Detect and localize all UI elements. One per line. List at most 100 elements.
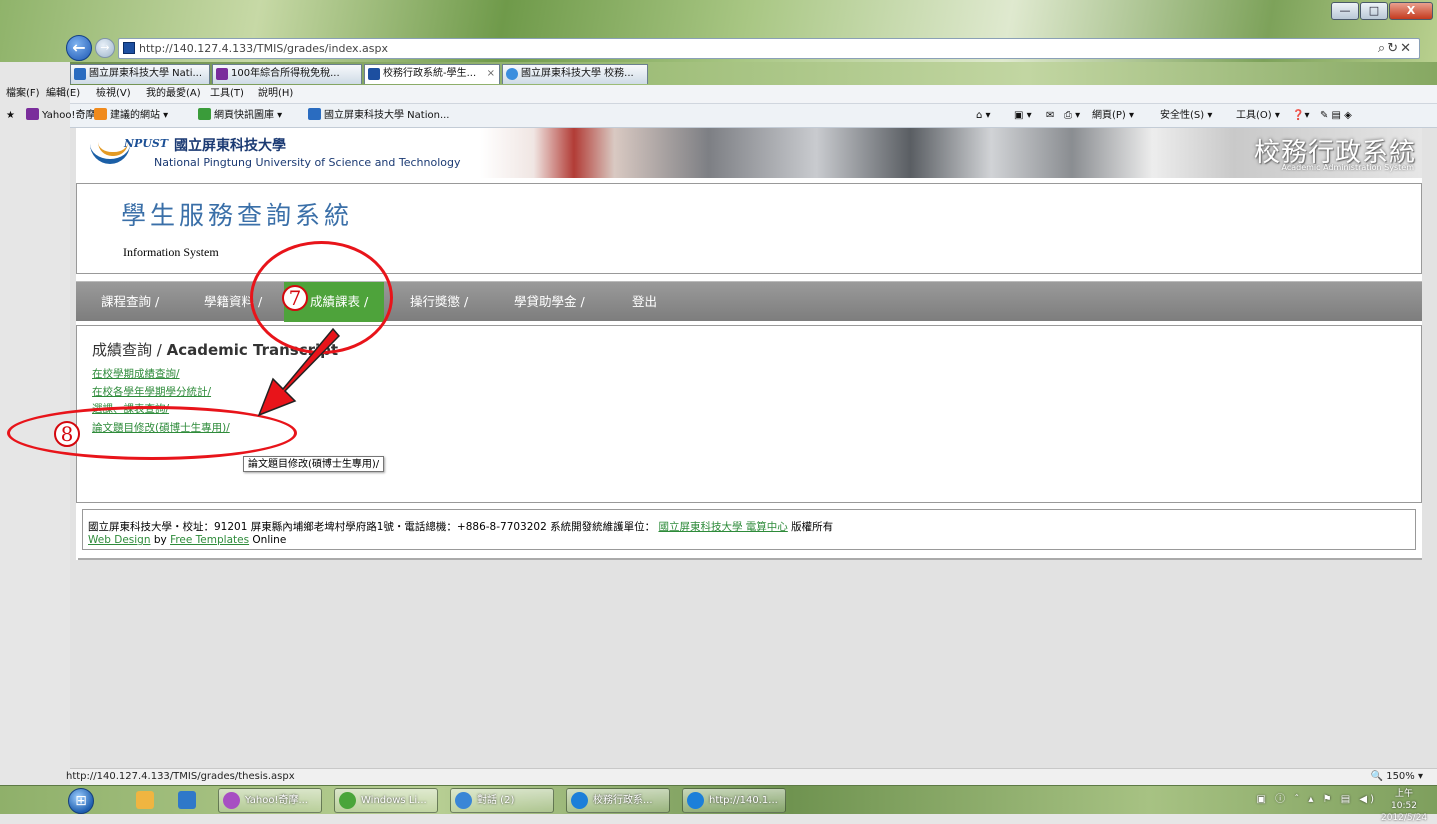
ie-favicon-icon [506,68,518,80]
browser-title-bar: — □ X ← → http://140.127.4.133/TMIS/grad… [0,0,1437,62]
taskbar-pinned-icon[interactable] [178,791,196,809]
link-credit-stats[interactable]: 在校各學年學期學分統計/ [92,384,211,399]
nav-loans[interactable]: 學貸助學金 / [514,282,585,322]
window-controls: — □ X [1330,2,1433,20]
taskbar-pinned-icon[interactable] [136,791,154,809]
fav-webslice[interactable]: 網頁快訊圖庫 ▾ [198,104,282,128]
footer-online: Online [252,534,287,546]
help-icon[interactable]: ❓▾ [1292,104,1309,128]
taskbar-ie-url[interactable]: http://140.1... [682,788,786,813]
close-button[interactable]: X [1389,2,1433,20]
tab-close-icon[interactable]: × [487,65,495,83]
menu-bar: 檔案(F) 編輯(E) 檢視(V) 我的最愛(A) 工具(T) 說明(H) [6,85,1437,104]
footer-address-line: 國立屏東科技大學・校址：91201 屏東縣內埔鄉老埤村學府路1號・電話總機：+8… [88,519,833,534]
free-templates-link[interactable]: Free Templates [170,534,249,546]
tab-tax[interactable]: 100年綜合所得稅免稅... [212,64,362,84]
web-design-link[interactable]: Web Design [88,534,150,546]
fav-suggested[interactable]: 建議的網站 ▾ [94,104,168,128]
start-button[interactable]: ⊞ [68,788,94,814]
menu-view[interactable]: 檢視(V) [96,85,131,103]
school-name-cn: 國立屏東科技大學 [174,138,286,154]
annotation-arrow-icon [257,327,340,417]
back-button[interactable]: ← [66,35,92,61]
tab-npust[interactable]: 國立屏東科技大學 Nati... [70,64,210,84]
ie-icon [571,792,588,809]
rss-icon[interactable]: ▣ ▾ [1014,104,1032,128]
school-abbr: NPUST [124,137,169,150]
menu-tools-cmd[interactable]: 工具(O) ▾ [1236,104,1280,128]
zoom-level[interactable]: 🔍 150% ▾ [1371,769,1423,785]
menu-favorites[interactable]: 我的最愛(A) [146,85,201,103]
npust-favicon-icon [74,68,86,80]
tab-strip: 國立屏東科技大學 Nati... 100年綜合所得稅免稅... 校務行政系統-學… [70,62,1437,85]
nav-conduct[interactable]: 操行獎懲 / [410,282,468,322]
site-favicon-icon [123,42,135,54]
page-subtitle: Information System [123,245,219,259]
tab-label: 100年綜合所得稅免稅... [231,68,340,79]
print-icon[interactable]: ⎙ ▾ [1064,104,1080,128]
home-icon[interactable]: ⌂ ▾ [976,104,991,128]
header-banner: NPUST 國立屏東科技大學 National Pingtung Univers… [76,128,1422,178]
taskbar-admin-ie[interactable]: 校務行政系... [566,788,670,813]
menu-help[interactable]: 說明(H) [258,85,293,103]
system-tray[interactable]: ▣ ⓘ ˆ ▴ ⚑ ▤ ◀) [1256,786,1377,814]
tab-label: 校務行政系統-學生... [383,68,477,79]
footer-by: by [153,534,167,546]
taskbar-yahoo[interactable]: Yahoo!奇摩... [218,788,322,813]
forward-button[interactable]: → [95,38,115,58]
stop-icon[interactable]: ✕ [1400,41,1413,56]
page-title: 學生服務查詢系統 [121,201,354,230]
nav-logout[interactable]: 登出 [632,282,657,322]
menu-tools[interactable]: 工具(T) [210,85,244,103]
maximize-button[interactable]: □ [1360,2,1388,20]
heading-cn: 成績查詢 / [92,341,162,359]
link-semester-grades[interactable]: 在校學期成績查詢/ [92,366,180,381]
address-text[interactable]: http://140.127.4.133/TMIS/grades/index.a… [139,39,388,58]
taskbar-chat[interactable]: 對話 (2) [450,788,554,813]
page-viewport: NPUST 國立屏東科技大學 National Pingtung Univers… [70,128,1437,768]
status-bar: http://140.127.4.133/TMIS/grades/thesis.… [66,768,1437,785]
clock-time: 上午 10:52 [1391,789,1417,811]
footer-credit-line: Web Design by Free Templates Online [88,534,286,546]
menu-page[interactable]: 網頁(P) ▾ [1092,104,1134,128]
messenger-icon [339,792,356,809]
footer-copyright: 版權所有 [791,521,834,533]
footer: 國立屏東科技大學・校址：91201 屏東縣內埔鄉老埤村學府路1號・電話總機：+8… [82,509,1416,550]
system-name-en: Academic Administration System [1281,163,1414,172]
link-tooltip: 論文題目修改(碩博士生專用)/ [243,456,385,472]
favorites-star-icon[interactable]: ★ [6,104,15,128]
footer-divider [78,558,1422,560]
tab-label: 國立屏東科技大學 校務... [521,68,634,79]
ie-icon [687,792,704,809]
tab-admin-system[interactable]: 校務行政系統-學生... × [364,64,500,84]
fav-npust[interactable]: 國立屏東科技大學 Nation... [308,104,449,128]
fav-yahoo[interactable]: Yahoo!奇摩 [26,104,95,128]
clock[interactable]: 上午 10:52 2012/5/24 [1381,788,1427,824]
tab-label: 國立屏東科技大學 Nati... [89,68,203,79]
status-url: http://140.127.4.133/TMIS/grades/thesis.… [66,771,295,782]
footer-address: 國立屏東科技大學・校址：91201 屏東縣內埔鄉老埤村學府路1號・電話總機：+8… [88,521,656,533]
nav-course-query[interactable]: 課程查詢 / [101,282,159,322]
minimize-button[interactable]: — [1331,2,1359,20]
annotation-step-7: 7 [282,285,308,311]
tab-npust-admin[interactable]: 國立屏東科技大學 校務... [502,64,648,84]
menu-file[interactable]: 檔案(F) [6,85,40,103]
chat-icon [455,792,472,809]
computer-center-link[interactable]: 國立屏東科技大學 電算中心 [658,521,787,533]
search-icon[interactable]: ⌕ [1378,41,1387,56]
school-name-en: National Pingtung University of Science … [154,156,461,169]
favorites-bar: ★ Yahoo!奇摩 建議的網站 ▾ 網頁快訊圖庫 ▾ 國立屏東科技大學 Nat… [6,104,1437,128]
annotation-ellipse-link [7,406,297,460]
site-favicon-icon [368,68,380,80]
mail-icon[interactable]: ✉ [1046,104,1054,128]
yahoo-favicon-icon [216,68,228,80]
refresh-icon[interactable]: ↻ [1387,41,1400,56]
taskbar: ⊞ Yahoo!奇摩... Windows Li... 對話 (2) 校務行政系… [0,785,1437,823]
annotation-step-8: 8 [54,421,80,447]
taskbar-windows-live[interactable]: Windows Li... [334,788,438,813]
menu-edit[interactable]: 編輯(E) [46,85,80,103]
address-tools[interactable]: ⌕↻✕ [1378,39,1413,58]
toolbar-extra-icons[interactable]: ✎ ▤ ◈ [1320,104,1352,128]
address-bar[interactable]: http://140.127.4.133/TMIS/grades/index.a… [118,38,1420,59]
menu-safety[interactable]: 安全性(S) ▾ [1160,104,1212,128]
